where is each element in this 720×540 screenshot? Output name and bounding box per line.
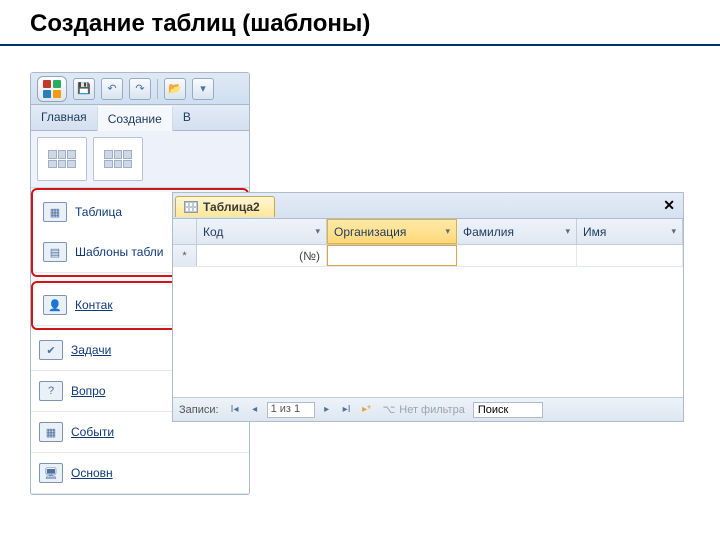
title-bar: 💾 ↶ ↷ 📂 ▾ xyxy=(31,73,249,105)
menu-templates-label: Шаблоны табли xyxy=(75,245,163,259)
nav-controls: I◂ ◂ 1 из 1 ▸ ▸I ▸* xyxy=(227,402,375,418)
cell-lastname-new[interactable] xyxy=(457,245,577,266)
menu-tasks-label: Задачи xyxy=(71,343,111,357)
office-button[interactable] xyxy=(37,76,67,102)
nav-last-icon[interactable]: ▸I xyxy=(339,402,355,418)
datasheet-tab-icon xyxy=(184,201,198,213)
tables-group xyxy=(31,131,249,188)
nav-prev-icon[interactable]: ◂ xyxy=(247,402,263,418)
open-folder-icon[interactable]: 📂 xyxy=(164,78,186,100)
nav-first-icon[interactable]: I◂ xyxy=(227,402,243,418)
cell-firstname-new[interactable] xyxy=(577,245,683,266)
office-logo-icon xyxy=(43,80,61,98)
datasheet-tab-label: Таблица2 xyxy=(203,200,260,214)
menu-events-label: Событи xyxy=(71,425,114,439)
col-firstname[interactable]: Имя ▾ xyxy=(577,219,683,244)
select-all-corner[interactable] xyxy=(173,219,197,244)
menu-contacts-label: Контак xyxy=(75,298,113,312)
tab-create[interactable]: Создание xyxy=(97,106,173,131)
table-button-2[interactable] xyxy=(93,137,143,181)
datasheet-body[interactable] xyxy=(173,267,683,397)
tab-home[interactable]: Главная xyxy=(31,105,97,130)
menu-questions-label: Вопро xyxy=(71,384,106,398)
assets-icon: 🖥 xyxy=(39,463,63,483)
questions-icon: ? xyxy=(39,381,63,401)
col-org[interactable]: Организация ▾ xyxy=(327,219,457,244)
table-icon: ▦ xyxy=(43,202,67,222)
nav-position-input[interactable]: 1 из 1 xyxy=(267,402,315,418)
menu-assets[interactable]: 🖥 Основн xyxy=(31,453,249,494)
chevron-down-icon[interactable]: ▾ xyxy=(315,226,320,237)
datasheet-tabbar: Таблица2 ✕ xyxy=(173,193,683,219)
new-record-row[interactable]: * (№) xyxy=(173,245,683,267)
chevron-down-icon[interactable]: ▾ xyxy=(445,226,450,237)
search-input[interactable] xyxy=(473,402,543,418)
tab-other[interactable]: В xyxy=(173,105,201,130)
slide-title: Создание таблиц (шаблоны) xyxy=(0,0,720,46)
record-navigator: Записи: I◂ ◂ 1 из 1 ▸ ▸I ▸* ⌥ Нет фильтр… xyxy=(173,397,683,421)
nav-label: Записи: xyxy=(179,404,219,416)
separator xyxy=(157,79,158,99)
new-row-indicator-icon: * xyxy=(173,245,197,266)
cell-org-new[interactable] xyxy=(327,245,457,266)
chevron-down-icon[interactable]: ▾ xyxy=(671,226,676,237)
cell-id-new[interactable]: (№) xyxy=(197,245,327,266)
filter-label: Нет фильтра xyxy=(399,404,465,416)
nav-filter[interactable]: ⌥ Нет фильтра xyxy=(383,403,465,416)
datasheet-tab[interactable]: Таблица2 xyxy=(175,196,275,217)
table-button-1[interactable] xyxy=(37,137,87,181)
menu-assets-label: Основн xyxy=(71,466,113,480)
col-lastname[interactable]: Фамилия ▾ xyxy=(457,219,577,244)
nav-next-icon[interactable]: ▸ xyxy=(319,402,335,418)
close-button[interactable]: ✕ xyxy=(655,197,683,214)
templates-icon: ▤ xyxy=(43,242,67,262)
nav-new-icon[interactable]: ▸* xyxy=(359,402,375,418)
datasheet-window: Таблица2 ✕ Код ▾ Организация ▾ Фамилия ▾ Им… xyxy=(172,192,684,422)
col-org-label: Организация xyxy=(334,225,406,239)
save-icon[interactable]: 💾 xyxy=(73,78,95,100)
events-icon: ▦ xyxy=(39,422,63,442)
qat-dropdown-icon[interactable]: ▾ xyxy=(192,78,214,100)
col-id-label: Код xyxy=(203,225,223,239)
col-lastname-label: Фамилия xyxy=(463,225,514,239)
ribbon-tabs: Главная Создание В xyxy=(31,105,249,131)
menu-table-label: Таблица xyxy=(75,205,122,219)
undo-icon[interactable]: ↶ xyxy=(101,78,123,100)
chevron-down-icon[interactable]: ▾ xyxy=(565,226,570,237)
redo-icon[interactable]: ↷ xyxy=(129,78,151,100)
col-id[interactable]: Код ▾ xyxy=(197,219,327,244)
column-header-row: Код ▾ Организация ▾ Фамилия ▾ Имя ▾ xyxy=(173,219,683,245)
contacts-icon: 👤 xyxy=(43,295,67,315)
filter-icon: ⌥ xyxy=(383,403,396,416)
tasks-icon: ✔ xyxy=(39,340,63,360)
col-firstname-label: Имя xyxy=(583,225,606,239)
